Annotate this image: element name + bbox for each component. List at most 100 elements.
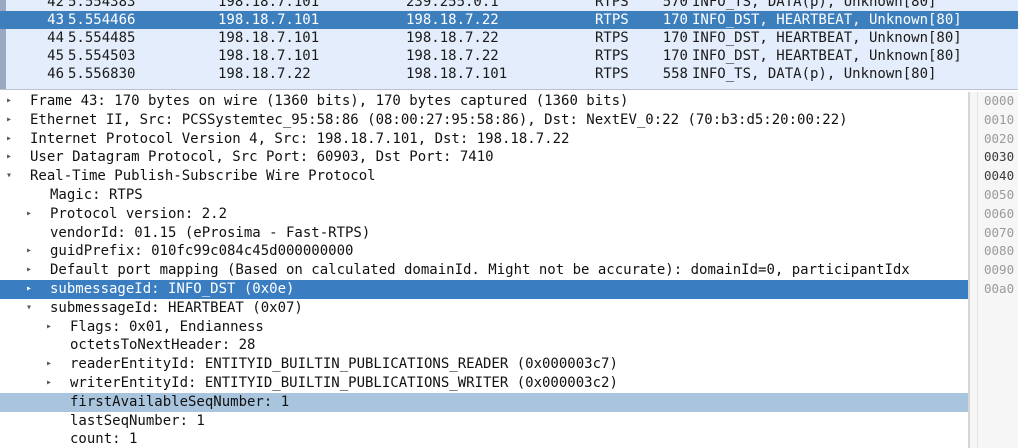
packet-number: 43 <box>47 12 64 29</box>
packet-time: 5.554503 <box>68 48 136 65</box>
bytes-offset: 0050 <box>984 187 1015 202</box>
detail-tree-item-label: User Datagram Protocol, Src Port: 60903,… <box>30 149 494 166</box>
triangle-right-icon[interactable]: ▸ <box>22 261 36 280</box>
triangle-right-icon[interactable]: ▸ <box>22 280 36 299</box>
detail-tree-item[interactable]: ▸ Internet Protocol Version 4, Src: 198.1… <box>0 130 968 149</box>
detail-tree-item[interactable]: octetsToNextHeader: 28 <box>0 336 968 355</box>
detail-tree-item[interactable]: firstAvailableSeqNumber: 1 <box>0 392 968 412</box>
bytes-offset: 0030 <box>984 149 1015 165</box>
packet-row[interactable]: 46 5.556830 198.18.7.22 198.18.7.101 RTPS 558… <box>0 65 1018 83</box>
packet-time: 5.554466 <box>68 12 136 29</box>
packet-number: 46 <box>47 66 64 83</box>
packet-row[interactable]: 45 5.554503 198.18.7.101 198.18.7.22 RTPS 170… <box>0 47 1018 65</box>
detail-tree-item[interactable]: ▸ Default port mapping (Based on calculat… <box>0 261 968 280</box>
packet-source: 198.18.7.101 <box>218 48 320 65</box>
detail-tree-item-label: writerEntityId: ENTITYID_BUILTIN_PUBLICA… <box>70 375 618 391</box>
detail-tree-item[interactable]: ▸ Ethernet II, Src: PCSSystemtec_95:58:86… <box>0 111 968 130</box>
packet-time: 5.554383 <box>68 0 136 10</box>
detail-tree-item[interactable]: ▾ submessageId: HEARTBEAT (0x07) <box>0 299 968 318</box>
packet-protocol: RTPS <box>595 30 629 47</box>
detail-tree-item-label: octetsToNextHeader: 28 <box>70 337 256 354</box>
detail-tree-item-label: guidPrefix: 010fc99c084c45d000000000 <box>50 243 354 260</box>
detail-tree-item-label: firstAvailableSeqNumber: 1 <box>70 393 290 410</box>
packet-row[interactable]: 42 5.554383 198.18.7.101 239.255.0.1 RTPS 570… <box>0 0 1018 11</box>
detail-tree-item[interactable]: vendorId: 01.15 (eProsima - Fast-RTPS) <box>0 224 968 243</box>
detail-tree-item-label: Magic: RTPS <box>50 187 143 203</box>
triangle-down-icon[interactable]: ▾ <box>2 167 16 186</box>
bytes-offset: 0000 <box>984 93 1015 108</box>
detail-tree-item[interactable]: ▸ readerEntityId: ENTITYID_BUILTIN_PUBLIC… <box>0 355 968 374</box>
detail-tree-item-label: Protocol version: 2.2 <box>50 205 228 222</box>
packet-list-pane[interactable]: 42 5.554383 198.18.7.101 239.255.0.1 RTPS 570… <box>0 0 1018 90</box>
packet-time: 5.554485 <box>68 30 136 47</box>
detail-tree-item[interactable]: ▾ Real-Time Publish-Subscribe Wire Protoc… <box>0 167 968 186</box>
bytes-offset: 0060 <box>984 205 1015 221</box>
detail-tree-item-label: Flags: 0x01, Endianness <box>70 318 264 335</box>
triangle-right-icon[interactable]: ▸ <box>42 355 56 374</box>
detail-tree-item-label: Frame 43: 170 bytes on wire (1360 bits),… <box>30 93 629 109</box>
detail-tree-item[interactable]: count: 1 <box>0 430 968 448</box>
detail-tree-item[interactable]: Magic: RTPS <box>0 186 968 205</box>
detail-tree-item[interactable]: ▸ Flags: 0x01, Endianness <box>0 318 968 337</box>
packet-row[interactable]: 43 5.554466 198.18.7.101 198.18.7.22 RTPS 170… <box>0 11 1018 30</box>
bytes-pane-rule <box>977 92 978 448</box>
detail-tree-item-label: submessageId: HEARTBEAT (0x07) <box>50 299 303 316</box>
triangle-right-icon[interactable]: ▸ <box>2 92 16 111</box>
packet-destination: 198.18.7.101 <box>406 66 508 83</box>
packet-length: 570 <box>662 0 688 10</box>
bytes-offset: 0080 <box>984 243 1015 259</box>
detail-tree-item[interactable]: ▸ Frame 43: 170 bytes on wire (1360 bits)… <box>0 92 968 111</box>
triangle-right-icon[interactable]: ▸ <box>2 111 16 130</box>
triangle-right-icon[interactable]: ▸ <box>22 242 36 261</box>
packet-destination: 198.18.7.22 <box>406 12 499 29</box>
detail-tree-item[interactable]: lastSeqNumber: 1 <box>0 412 968 431</box>
detail-tree-item[interactable]: ▸ guidPrefix: 010fc99c084c45d000000000 <box>0 242 968 261</box>
triangle-down-icon[interactable]: ▾ <box>22 299 36 318</box>
detail-tree-item-label: vendorId: 01.15 (eProsima - Fast-RTPS) <box>50 224 371 241</box>
packet-number: 44 <box>47 30 64 47</box>
packet-row[interactable]: 44 5.554485 198.18.7.101 198.18.7.22 RTPS 170… <box>0 29 1018 47</box>
detail-tree-item-label: submessageId: INFO_DST (0x0e) <box>50 281 295 297</box>
packet-number: 42 <box>47 0 64 10</box>
packet-list-divider <box>0 89 1018 90</box>
packet-details-pane[interactable]: ▸ Frame 43: 170 bytes on wire (1360 bits)… <box>0 92 968 448</box>
detail-tree-item[interactable]: ▸ writerEntityId: ENTITYID_BUILTIN_PUBLIC… <box>0 374 968 393</box>
triangle-right-icon[interactable]: ▸ <box>42 374 56 393</box>
triangle-right-icon[interactable]: ▸ <box>42 318 56 337</box>
packet-destination: 239.255.0.1 <box>406 0 499 10</box>
triangle-right-icon[interactable]: ▸ <box>2 130 16 149</box>
triangle-right-icon[interactable]: ▸ <box>22 205 36 224</box>
bytes-offset: 00a0 <box>984 281 1015 296</box>
packet-number: 45 <box>47 48 64 65</box>
bytes-offset: 0020 <box>984 130 1015 146</box>
packet-protocol: RTPS <box>595 12 629 29</box>
packet-source: 198.18.7.101 <box>218 30 320 47</box>
bytes-offset: 0040 <box>984 168 1015 184</box>
packet-info: INFO_DST, HEARTBEAT, Unknown[80] <box>692 30 962 47</box>
triangle-right-icon[interactable]: ▸ <box>2 148 16 167</box>
detail-tree-item-label: lastSeqNumber: 1 <box>70 412 205 429</box>
packet-source: 198.18.7.101 <box>218 12 320 29</box>
packet-protocol: RTPS <box>595 48 629 65</box>
bytes-offset: 0010 <box>984 111 1015 127</box>
packet-destination: 198.18.7.22 <box>406 30 499 47</box>
packet-length: 170 <box>662 12 688 29</box>
detail-tree-item[interactable]: ▸ Protocol version: 2.2 <box>0 205 968 224</box>
packet-source: 198.18.7.22 <box>218 66 311 83</box>
packet-bytes-pane[interactable]: 0000 0010 0020 0030 0040 0050 0060 0070 0080 0090… <box>970 92 1018 448</box>
detail-tree-item-label: Ethernet II, Src: PCSSystemtec_95:58:86 … <box>30 111 848 128</box>
detail-tree-item[interactable]: ▸ User Datagram Protocol, Src Port: 60903… <box>0 148 968 167</box>
packet-protocol: RTPS <box>595 0 629 10</box>
packet-source: 198.18.7.101 <box>218 0 320 10</box>
detail-tree-item-label: Internet Protocol Version 4, Src: 198.18… <box>30 130 570 147</box>
packet-length: 558 <box>662 66 688 83</box>
packet-info: INFO_TS, DATA(p), Unknown[80] <box>692 66 937 83</box>
packet-destination: 198.18.7.22 <box>406 48 499 65</box>
bytes-offset: 0090 <box>984 262 1015 278</box>
detail-tree-item-label: count: 1 <box>70 431 138 448</box>
packet-protocol: RTPS <box>595 66 629 83</box>
detail-tree-item[interactable]: ▸ submessageId: INFO_DST (0x0e) <box>0 280 968 299</box>
packet-info: INFO_DST, HEARTBEAT, Unknown[80] <box>692 12 962 29</box>
packet-length: 170 <box>662 48 688 65</box>
packet-length: 170 <box>662 30 688 47</box>
